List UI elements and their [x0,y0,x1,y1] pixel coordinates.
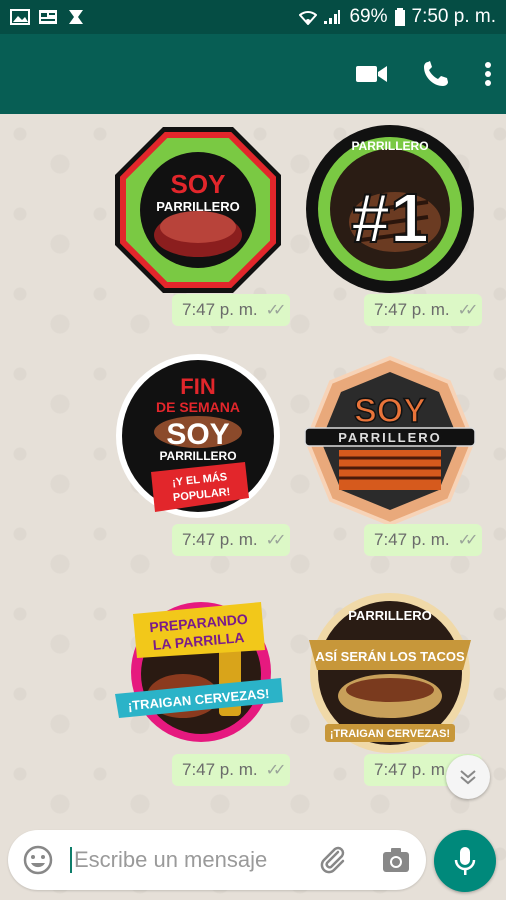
sticker-text: #1 [351,179,429,257]
microphone-icon [454,847,476,875]
message-time: 7:47 p. m. ✓✓ [172,294,291,326]
sticker-fin-de-semana[interactable]: FIN DE SEMANA SOY PARRILLERO ¡Y EL MÁS P… [111,352,285,526]
message-time: 7:47 p. m. ✓✓ [172,754,291,786]
chat-area[interactable]: SOY PARRILLERO 7:47 p. m. ✓✓ PARRILLERO … [0,114,506,900]
timestamp: 7:47 p. m. [182,760,258,779]
read-receipt-icon: ✓✓ [265,532,287,549]
voice-message-button[interactable] [434,830,496,892]
attach-icon[interactable] [316,844,348,876]
battery-percentage: 69% [349,6,388,27]
app-notification-icon [69,10,83,24]
sticker-text: PARRILLERO [159,449,236,463]
sticker-asi-seran-los-tacos[interactable]: PARRILLERO ASÍ SERÁN LOS TACOS ¡TRAIGAN … [303,586,477,760]
scroll-to-bottom-button[interactable] [446,755,490,799]
emoji-icon[interactable] [22,844,54,876]
camera-icon[interactable] [380,844,412,876]
sticker-soy-parrillero-octagon[interactable]: SOY PARRILLERO [111,123,285,297]
double-chevron-down-icon [460,770,476,785]
sticker-text: FIN [180,374,215,399]
wifi-icon [299,11,318,25]
read-receipt-icon: ✓✓ [457,302,479,319]
more-options-icon[interactable] [484,61,492,87]
sticker-text: SOY [166,418,229,451]
sticker-preparando-la-parrilla[interactable]: PREPARANDO LA PARRILLA ¡TRAIGAN CERVEZAS… [111,584,285,758]
message-time: 7:47 p. m. ✓✓ [364,294,483,326]
chat-header [0,34,506,114]
sticker-text: SOY [354,392,426,430]
clock: 7:50 p. m. [411,6,497,27]
message-time: 7:47 p. m. ✓✓ [172,524,291,556]
sticker-text: ¡TRAIGAN CERVEZAS! [330,728,450,740]
notification-icons [10,8,86,26]
message-input[interactable] [70,847,290,873]
read-receipt-icon: ✓✓ [265,762,287,779]
voice-call-icon[interactable] [422,60,450,88]
sticker-text: ASÍ SERÁN LOS TACOS [315,649,465,664]
message-time: 7:47 p. m. ✓✓ [364,524,483,556]
sticker-text: SOY [171,169,226,199]
sticker-text: PARRILLERO [156,199,240,214]
sticker-text: PARRILLERO [351,139,428,153]
gallery-notification-icon [10,9,30,25]
sticker-text: DE SEMANA [156,399,240,415]
signal-icon [324,10,341,24]
sticker-soy-parrillero-grill[interactable]: SOY PARRILLERO [303,354,477,528]
sticker-parrillero-number-one[interactable]: PARRILLERO #1 [303,122,477,296]
status-bar: 69% 7:50 p. m. [0,0,506,34]
timestamp: 7:47 p. m. [374,300,450,319]
sticker-text: PARRILLERO [338,430,442,445]
read-receipt-icon: ✓✓ [457,532,479,549]
timestamp: 7:47 p. m. [182,300,258,319]
sticker-text: PARRILLERO [348,608,432,623]
battery-icon [394,8,405,26]
video-call-icon[interactable] [356,63,388,85]
timestamp: 7:47 p. m. [374,760,450,779]
timestamp: 7:47 p. m. [182,530,258,549]
read-receipt-icon: ✓✓ [265,302,287,319]
timestamp: 7:47 p. m. [374,530,450,549]
system-status: 69% 7:50 p. m. [299,6,496,28]
message-composer [8,830,426,890]
news-notification-icon [39,10,57,24]
